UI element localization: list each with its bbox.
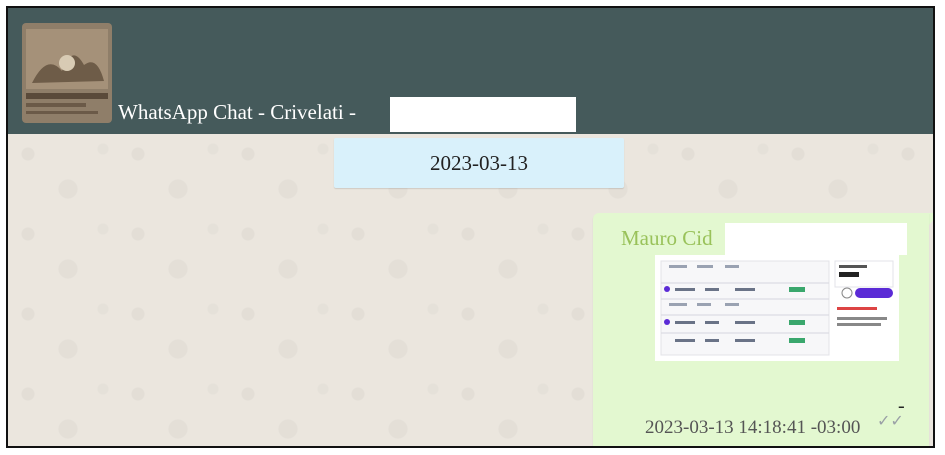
date-separator: 2023-03-13: [334, 138, 624, 188]
image-attachment-icon[interactable]: [655, 255, 899, 361]
chat-window: WhatsApp Chat - Crivelati - 2023-03-13 M…: [6, 6, 935, 448]
profile-photo-icon[interactable]: [22, 23, 112, 123]
outgoing-message-bubble[interactable]: Mauro Cid - 2023-03-13 14:18:41 -03:00 ✓…: [593, 213, 929, 446]
redacted-block: [390, 97, 576, 132]
redacted-block: [725, 223, 907, 255]
message-timestamp: 2023-03-13 14:18:41 -03:00: [645, 417, 861, 438]
double-check-icon: ✓✓: [877, 413, 904, 430]
message-sender: Mauro Cid: [621, 226, 713, 250]
chat-title: WhatsApp Chat - Crivelati -: [118, 100, 356, 124]
bubble-tail: [929, 213, 933, 225]
chat-header: WhatsApp Chat - Crivelati -: [8, 8, 933, 134]
message-footer: - 2023-03-13 14:18:41 -03:00 ✓✓: [593, 395, 929, 438]
